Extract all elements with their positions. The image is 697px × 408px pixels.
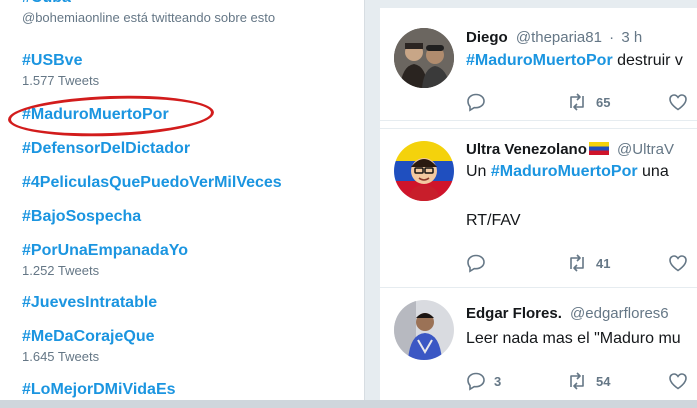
- reply-count: 3: [494, 373, 502, 389]
- tweets-panel: Diego @theparia81 · 3 h #MaduroMuertoPor…: [380, 8, 697, 408]
- author-name[interactable]: Ultra Venezolano: [466, 141, 587, 158]
- tweet-header: Diego @theparia81 · 3 h: [466, 28, 642, 48]
- tweet-body: una: [637, 163, 669, 180]
- tweet-hashtag-link[interactable]: #MaduroMuertoPor: [491, 163, 638, 180]
- trend-item[interactable]: #MaduroMuertoPor: [22, 105, 169, 125]
- tweet-hashtag-link[interactable]: #MaduroMuertoPor: [466, 52, 613, 69]
- tweet-body: Leer nada mas el "Maduro mu: [466, 330, 681, 347]
- like-button[interactable]: [668, 253, 688, 273]
- tweet-actions: 41: [466, 253, 697, 275]
- avatar-cartoon-icon: [394, 141, 454, 201]
- tweet-header: Ultra Venezolano @UltraV: [466, 140, 674, 160]
- retweet-button[interactable]: 65: [566, 92, 610, 112]
- trend-hashtag[interactable]: #4PeliculasQuePuedoVerMilVeces: [22, 173, 282, 193]
- avatar[interactable]: [394, 300, 454, 360]
- trend-context: @bohemiaonline está twitteando sobre est…: [22, 10, 276, 25]
- trend-hashtag[interactable]: #MeDaCorajeQue: [22, 327, 155, 347]
- separator-dot: ·: [609, 29, 615, 46]
- author-name[interactable]: Diego: [466, 29, 508, 46]
- like-icon: [669, 94, 687, 111]
- retweet-count: 41: [596, 255, 611, 271]
- tweet[interactable]: Diego @theparia81 · 3 h #MaduroMuertoPor…: [380, 8, 697, 121]
- like-icon: [669, 373, 687, 390]
- trend-item[interactable]: #Cuba @bohemiaonline está twitteando sob…: [22, 0, 275, 26]
- tweet-text: #MaduroMuertoPor destruir v: [466, 51, 683, 71]
- trend-hashtag[interactable]: #MaduroMuertoPor: [22, 105, 169, 125]
- avatar-photo-icon: [394, 300, 454, 360]
- reply-icon: [467, 372, 485, 391]
- retweet-count: 54: [596, 373, 611, 389]
- trend-tweet-count: 1.252 Tweets: [22, 263, 100, 278]
- like-button[interactable]: [668, 371, 688, 391]
- trend-item[interactable]: #BajoSospecha: [22, 207, 141, 227]
- trend-item[interactable]: #DefensorDelDictador: [22, 139, 190, 159]
- trend-item[interactable]: #LoMejorDMiVidaEs: [22, 380, 176, 400]
- tweet-body-prefix: Un: [466, 163, 491, 180]
- trend-hashtag[interactable]: #USBve: [22, 51, 99, 71]
- trend-item[interactable]: #PorUnaEmpanadaYo 1.252 Tweets: [22, 241, 188, 279]
- reply-button[interactable]: [466, 253, 486, 273]
- tweet-actions: 3 54: [466, 371, 697, 393]
- tweet-text-extra: RT/FAV: [466, 212, 521, 229]
- like-icon: [669, 255, 687, 272]
- avatar[interactable]: [394, 141, 454, 201]
- reply-icon: [467, 93, 485, 112]
- retweet-count: 65: [596, 94, 611, 110]
- trend-hashtag[interactable]: #JuevesIntratable: [22, 293, 157, 313]
- avatar-photo-icon: [394, 28, 454, 88]
- tweet[interactable]: Edgar Flores. @edgarflores6 Leer nada ma…: [380, 286, 697, 408]
- author-handle[interactable]: @theparia81: [516, 29, 602, 46]
- retweet-button[interactable]: 54: [566, 371, 610, 391]
- tweet-header: Edgar Flores. @edgarflores6: [466, 304, 669, 324]
- trend-tweet-count: 1.577 Tweets: [22, 73, 100, 88]
- reply-icon: [467, 254, 485, 273]
- tweet-timestamp[interactable]: 3 h: [621, 29, 642, 46]
- retweet-icon: [570, 254, 584, 272]
- retweet-button[interactable]: 41: [566, 253, 610, 273]
- tweet-text: Leer nada mas el "Maduro mu: [466, 329, 681, 349]
- retweet-icon: [570, 93, 584, 111]
- avatar[interactable]: [394, 28, 454, 88]
- venezuela-flag-icon: [588, 142, 609, 155]
- tweet[interactable]: Ultra Venezolano @UltraV Un #MaduroMuert…: [380, 128, 697, 288]
- tweet-actions: 65: [466, 92, 697, 114]
- trend-item[interactable]: #MeDaCorajeQue 1.645 Tweets: [22, 327, 155, 365]
- trend-hashtag[interactable]: #BajoSospecha: [22, 207, 141, 227]
- author-handle[interactable]: @UltraV: [617, 141, 674, 158]
- trend-item[interactable]: #4PeliculasQuePuedoVerMilVeces: [22, 173, 282, 193]
- tweet-text: Un #MaduroMuertoPor una: [466, 162, 669, 182]
- author-handle[interactable]: @edgarflores6: [570, 305, 669, 322]
- window-bottom-edge: [0, 400, 697, 408]
- reply-button[interactable]: [466, 92, 486, 112]
- trend-hashtag[interactable]: #DefensorDelDictador: [22, 139, 190, 159]
- trends-panel: #Cuba @bohemiaonline está twitteando sob…: [0, 0, 365, 408]
- page: #Cuba @bohemiaonline está twitteando sob…: [0, 0, 697, 408]
- retweet-icon: [570, 372, 584, 390]
- trend-tweet-count: 1.645 Tweets: [22, 349, 100, 364]
- author-name[interactable]: Edgar Flores.: [466, 305, 562, 322]
- reply-button[interactable]: 3: [466, 371, 501, 391]
- trend-hashtag[interactable]: #LoMejorDMiVidaEs: [22, 380, 176, 400]
- like-button[interactable]: [668, 92, 688, 112]
- trend-hashtag[interactable]: #Cuba: [22, 0, 275, 8]
- trend-hashtag[interactable]: #PorUnaEmpanadaYo: [22, 241, 188, 261]
- trend-item[interactable]: #USBve 1.577 Tweets: [22, 51, 99, 89]
- tweet-body: destruir v: [612, 52, 683, 69]
- trend-item[interactable]: #JuevesIntratable: [22, 293, 157, 313]
